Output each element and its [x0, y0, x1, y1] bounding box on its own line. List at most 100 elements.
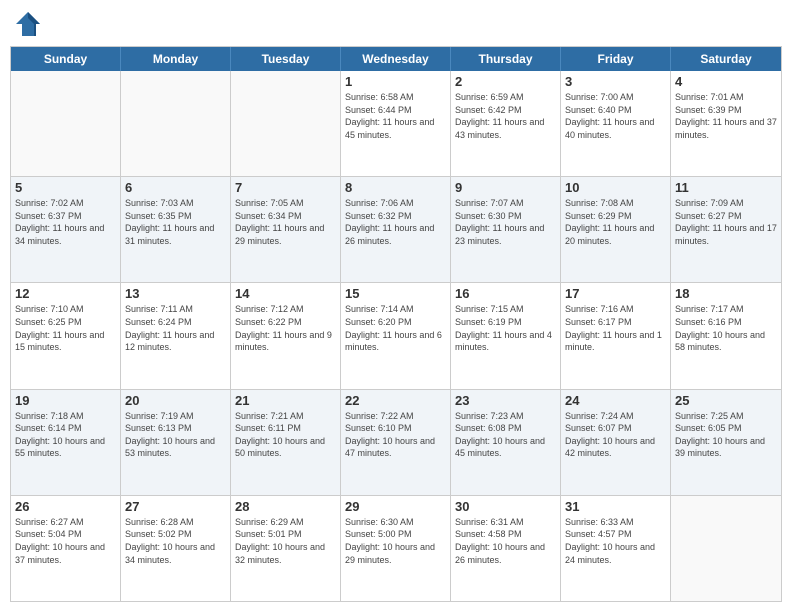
day-number: 16 [455, 286, 556, 301]
day-cell: 15 Sunrise: 7:14 AMSunset: 6:20 PMDayligh… [341, 283, 451, 388]
weekday-header: Wednesday [341, 47, 451, 71]
day-info: Sunrise: 6:30 AMSunset: 5:00 PMDaylight:… [345, 516, 446, 566]
day-number: 18 [675, 286, 777, 301]
day-info: Sunrise: 7:18 AMSunset: 6:14 PMDaylight:… [15, 410, 116, 460]
day-number: 13 [125, 286, 226, 301]
day-number: 14 [235, 286, 336, 301]
day-info: Sunrise: 7:24 AMSunset: 6:07 PMDaylight:… [565, 410, 666, 460]
day-number: 28 [235, 499, 336, 514]
day-cell: 26 Sunrise: 6:27 AMSunset: 5:04 PMDayligh… [11, 496, 121, 601]
day-info: Sunrise: 6:58 AMSunset: 6:44 PMDaylight:… [345, 91, 446, 141]
day-number: 12 [15, 286, 116, 301]
day-info: Sunrise: 6:31 AMSunset: 4:58 PMDaylight:… [455, 516, 556, 566]
empty-cell [121, 71, 231, 176]
day-cell: 4 Sunrise: 7:01 AMSunset: 6:39 PMDaylight… [671, 71, 781, 176]
day-cell: 10 Sunrise: 7:08 AMSunset: 6:29 PMDayligh… [561, 177, 671, 282]
day-info: Sunrise: 6:29 AMSunset: 5:01 PMDaylight:… [235, 516, 336, 566]
day-number: 10 [565, 180, 666, 195]
day-info: Sunrise: 7:07 AMSunset: 6:30 PMDaylight:… [455, 197, 556, 247]
logo-icon [14, 10, 42, 38]
calendar: SundayMondayTuesdayWednesdayThursdayFrid… [10, 46, 782, 602]
day-info: Sunrise: 7:10 AMSunset: 6:25 PMDaylight:… [15, 303, 116, 353]
day-number: 1 [345, 74, 446, 89]
calendar-body: 1 Sunrise: 6:58 AMSunset: 6:44 PMDaylight… [11, 71, 781, 601]
day-cell: 27 Sunrise: 6:28 AMSunset: 5:02 PMDayligh… [121, 496, 231, 601]
calendar-row: 19 Sunrise: 7:18 AMSunset: 6:14 PMDayligh… [11, 389, 781, 495]
day-number: 30 [455, 499, 556, 514]
calendar-row: 1 Sunrise: 6:58 AMSunset: 6:44 PMDaylight… [11, 71, 781, 176]
weekday-header: Tuesday [231, 47, 341, 71]
empty-cell [11, 71, 121, 176]
day-info: Sunrise: 7:25 AMSunset: 6:05 PMDaylight:… [675, 410, 777, 460]
day-cell: 21 Sunrise: 7:21 AMSunset: 6:11 PMDayligh… [231, 390, 341, 495]
calendar-row: 5Sunrise: 7:02 AMSunset: 6:37 PMDaylight… [11, 176, 781, 282]
day-number: 8 [345, 180, 446, 195]
day-cell: 16 Sunrise: 7:15 AMSunset: 6:19 PMDayligh… [451, 283, 561, 388]
day-cell: 24 Sunrise: 7:24 AMSunset: 6:07 PMDayligh… [561, 390, 671, 495]
day-info: Sunrise: 7:11 AMSunset: 6:24 PMDaylight:… [125, 303, 226, 353]
day-cell: 6 Sunrise: 7:03 AMSunset: 6:35 PMDaylight… [121, 177, 231, 282]
day-cell: 19 Sunrise: 7:18 AMSunset: 6:14 PMDayligh… [11, 390, 121, 495]
day-number: 20 [125, 393, 226, 408]
day-number: 6 [125, 180, 226, 195]
day-cell: 14 Sunrise: 7:12 AMSunset: 6:22 PMDayligh… [231, 283, 341, 388]
day-number: 4 [675, 74, 777, 89]
day-info: Sunrise: 7:05 AMSunset: 6:34 PMDaylight:… [235, 197, 336, 247]
day-info: Sunrise: 6:28 AMSunset: 5:02 PMDaylight:… [125, 516, 226, 566]
day-info: Sunrise: 7:06 AMSunset: 6:32 PMDaylight:… [345, 197, 446, 247]
day-info: Sunrise: 7:08 AMSunset: 6:29 PMDaylight:… [565, 197, 666, 247]
day-number: 23 [455, 393, 556, 408]
day-info: Sunrise: 7:15 AMSunset: 6:19 PMDaylight:… [455, 303, 556, 353]
day-info: Sunrise: 6:33 AMSunset: 4:57 PMDaylight:… [565, 516, 666, 566]
day-cell: 28 Sunrise: 6:29 AMSunset: 5:01 PMDayligh… [231, 496, 341, 601]
day-info: Sunrise: 7:01 AMSunset: 6:39 PMDaylight:… [675, 91, 777, 141]
day-number: 26 [15, 499, 116, 514]
weekday-header: Thursday [451, 47, 561, 71]
day-cell: 22Sunrise: 7:22 AMSunset: 6:10 PMDayligh… [341, 390, 451, 495]
day-number: 15 [345, 286, 446, 301]
day-info: Sunrise: 7:03 AMSunset: 6:35 PMDaylight:… [125, 197, 226, 247]
day-info: Sunrise: 7:22 AMSunset: 6:10 PMDaylight:… [345, 410, 446, 460]
day-cell: 5Sunrise: 7:02 AMSunset: 6:37 PMDaylight… [11, 177, 121, 282]
day-info: Sunrise: 7:23 AMSunset: 6:08 PMDaylight:… [455, 410, 556, 460]
calendar-row: 12 Sunrise: 7:10 AMSunset: 6:25 PMDayligh… [11, 282, 781, 388]
day-number: 7 [235, 180, 336, 195]
day-number: 3 [565, 74, 666, 89]
day-number: 5 [15, 180, 116, 195]
day-info: Sunrise: 6:59 AMSunset: 6:42 PMDaylight:… [455, 91, 556, 141]
day-info: Sunrise: 6:27 AMSunset: 5:04 PMDaylight:… [15, 516, 116, 566]
day-info: Sunrise: 7:00 AMSunset: 6:40 PMDaylight:… [565, 91, 666, 141]
calendar-header: SundayMondayTuesdayWednesdayThursdayFrid… [11, 47, 781, 71]
weekday-header: Sunday [11, 47, 121, 71]
day-cell: 9 Sunrise: 7:07 AMSunset: 6:30 PMDaylight… [451, 177, 561, 282]
weekday-header: Monday [121, 47, 231, 71]
empty-cell [231, 71, 341, 176]
header [10, 10, 782, 38]
day-number: 19 [15, 393, 116, 408]
calendar-row: 26 Sunrise: 6:27 AMSunset: 5:04 PMDayligh… [11, 495, 781, 601]
day-info: Sunrise: 7:09 AMSunset: 6:27 PMDaylight:… [675, 197, 777, 247]
day-cell: 29 Sunrise: 6:30 AMSunset: 5:00 PMDayligh… [341, 496, 451, 601]
day-number: 29 [345, 499, 446, 514]
day-info: Sunrise: 7:12 AMSunset: 6:22 PMDaylight:… [235, 303, 336, 353]
day-cell: 23 Sunrise: 7:23 AMSunset: 6:08 PMDayligh… [451, 390, 561, 495]
day-cell: 13 Sunrise: 7:11 AMSunset: 6:24 PMDayligh… [121, 283, 231, 388]
day-number: 9 [455, 180, 556, 195]
day-number: 24 [565, 393, 666, 408]
day-cell: 11Sunrise: 7:09 AMSunset: 6:27 PMDayligh… [671, 177, 781, 282]
day-cell: 12 Sunrise: 7:10 AMSunset: 6:25 PMDayligh… [11, 283, 121, 388]
day-number: 27 [125, 499, 226, 514]
day-cell: 18Sunrise: 7:17 AMSunset: 6:16 PMDayligh… [671, 283, 781, 388]
day-cell: 2Sunrise: 6:59 AMSunset: 6:42 PMDaylight… [451, 71, 561, 176]
empty-cell [671, 496, 781, 601]
day-cell: 20Sunrise: 7:19 AMSunset: 6:13 PMDayligh… [121, 390, 231, 495]
day-info: Sunrise: 7:21 AMSunset: 6:11 PMDaylight:… [235, 410, 336, 460]
day-number: 25 [675, 393, 777, 408]
day-number: 31 [565, 499, 666, 514]
day-info: Sunrise: 7:16 AMSunset: 6:17 PMDaylight:… [565, 303, 666, 353]
logo [14, 10, 46, 38]
day-cell: 30 Sunrise: 6:31 AMSunset: 4:58 PMDayligh… [451, 496, 561, 601]
day-number: 21 [235, 393, 336, 408]
day-info: Sunrise: 7:14 AMSunset: 6:20 PMDaylight:… [345, 303, 446, 353]
day-cell: 1 Sunrise: 6:58 AMSunset: 6:44 PMDaylight… [341, 71, 451, 176]
